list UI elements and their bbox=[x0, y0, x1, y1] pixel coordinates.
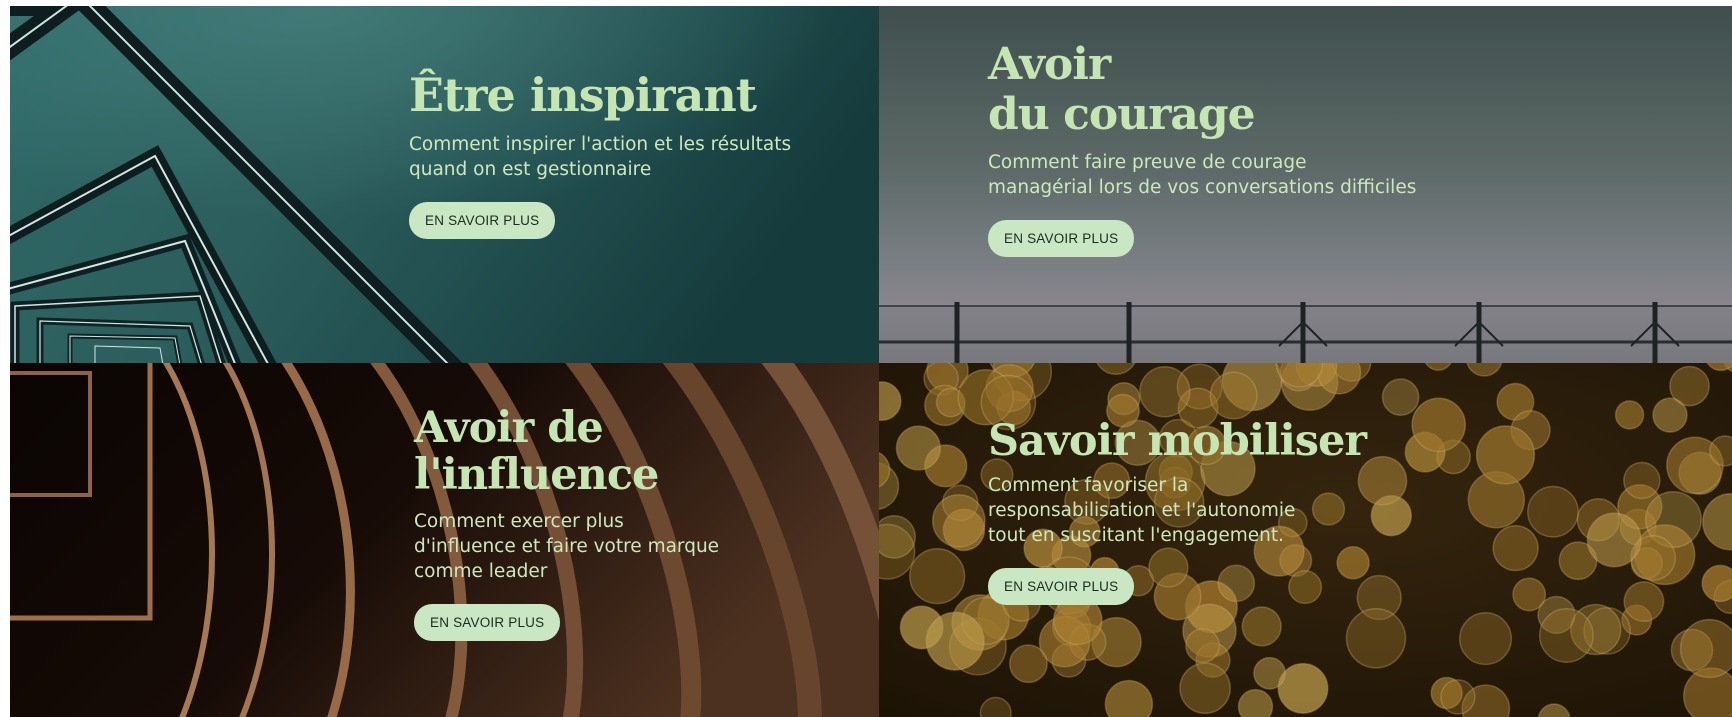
title-line: du courage bbox=[988, 89, 1256, 140]
tile-title: Avoir du courage bbox=[988, 40, 1416, 140]
learn-more-button[interactable]: EN SAVOIR PLUS bbox=[988, 220, 1135, 257]
tile-content: Avoir de l'influence Comment exercer plu… bbox=[414, 405, 719, 641]
tile-title: Savoir mobiliser bbox=[988, 415, 1367, 467]
desc-line: comme leader bbox=[414, 561, 548, 582]
learn-more-button[interactable]: EN SAVOIR PLUS bbox=[409, 202, 556, 239]
feature-grid: Être inspirant Comment inspirer l'action… bbox=[10, 6, 1732, 717]
tile-mobiliser: Savoir mobiliser Comment favoriser la re… bbox=[879, 363, 1732, 717]
title-line: Avoir bbox=[988, 39, 1111, 90]
tile-title: Être inspirant bbox=[409, 68, 791, 122]
desc-line: quand on est gestionnaire bbox=[409, 159, 652, 180]
tile-description: Comment favoriser la responsabilisation … bbox=[988, 473, 1366, 548]
tile-content: Savoir mobiliser Comment favoriser la re… bbox=[988, 415, 1367, 605]
tile-content: Être inspirant Comment inspirer l'action… bbox=[409, 68, 791, 239]
tile-influence: Avoir de l'influence Comment exercer plu… bbox=[10, 363, 879, 717]
title-line: Être inspirant bbox=[409, 68, 757, 122]
tile-description: Comment faire preuve de courage managéri… bbox=[988, 150, 1416, 200]
title-line: l'influence bbox=[414, 450, 659, 500]
desc-line: Comment faire preuve de courage bbox=[988, 152, 1307, 173]
tile-courage: Avoir du courage Comment faire preuve de… bbox=[879, 6, 1732, 363]
desc-line: Comment favoriser la bbox=[988, 475, 1189, 496]
desc-line: Comment exercer plus bbox=[414, 511, 624, 532]
desc-line: managérial lors de vos conversations dif… bbox=[988, 177, 1417, 198]
learn-more-button[interactable]: EN SAVOIR PLUS bbox=[414, 604, 561, 641]
title-line: Savoir mobiliser bbox=[988, 416, 1367, 466]
desc-line: responsabilisation et l'autonomie bbox=[988, 500, 1296, 521]
title-line: Avoir de bbox=[414, 403, 604, 453]
desc-line: d'influence et faire votre marque bbox=[414, 536, 720, 557]
tile-description: Comment exercer plus d'influence et fair… bbox=[414, 509, 719, 584]
desc-line: Comment inspirer l'action et les résulta… bbox=[409, 134, 792, 155]
tile-title: Avoir de l'influence bbox=[414, 405, 719, 499]
learn-more-button[interactable]: EN SAVOIR PLUS bbox=[988, 568, 1135, 605]
desc-line: tout en suscitant l'engagement. bbox=[988, 525, 1284, 546]
tile-inspirant: Être inspirant Comment inspirer l'action… bbox=[10, 6, 879, 363]
tile-content: Avoir du courage Comment faire preuve de… bbox=[988, 40, 1416, 257]
tile-description: Comment inspirer l'action et les résulta… bbox=[409, 132, 791, 182]
